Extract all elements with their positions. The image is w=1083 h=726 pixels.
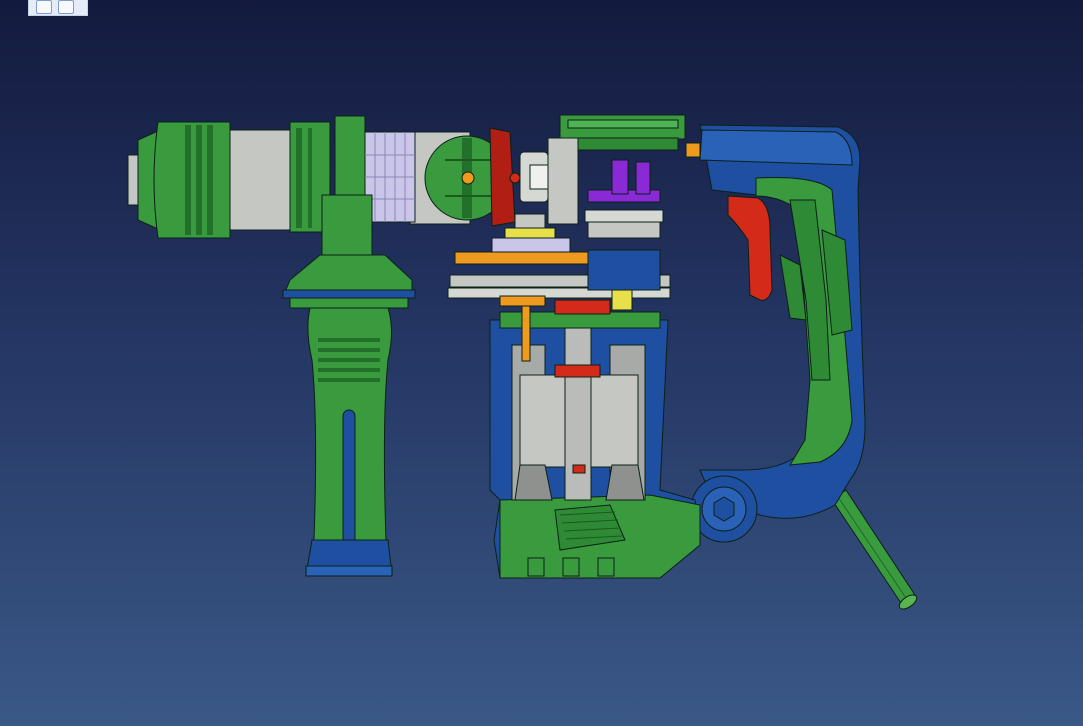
power-cord: [831, 489, 918, 610]
main-handle: [699, 124, 866, 519]
motor-armature: [511, 319, 646, 501]
trigger[interactable]: [727, 195, 773, 301]
chuck: [127, 121, 231, 239]
side-handle[interactable]: [282, 194, 416, 577]
piston-sleeve: [519, 137, 579, 225]
cad-viewport[interactable]: [0, 0, 1083, 726]
hammer-drill-model[interactable]: [0, 0, 1083, 726]
handle-pivot-icon: [690, 475, 758, 543]
